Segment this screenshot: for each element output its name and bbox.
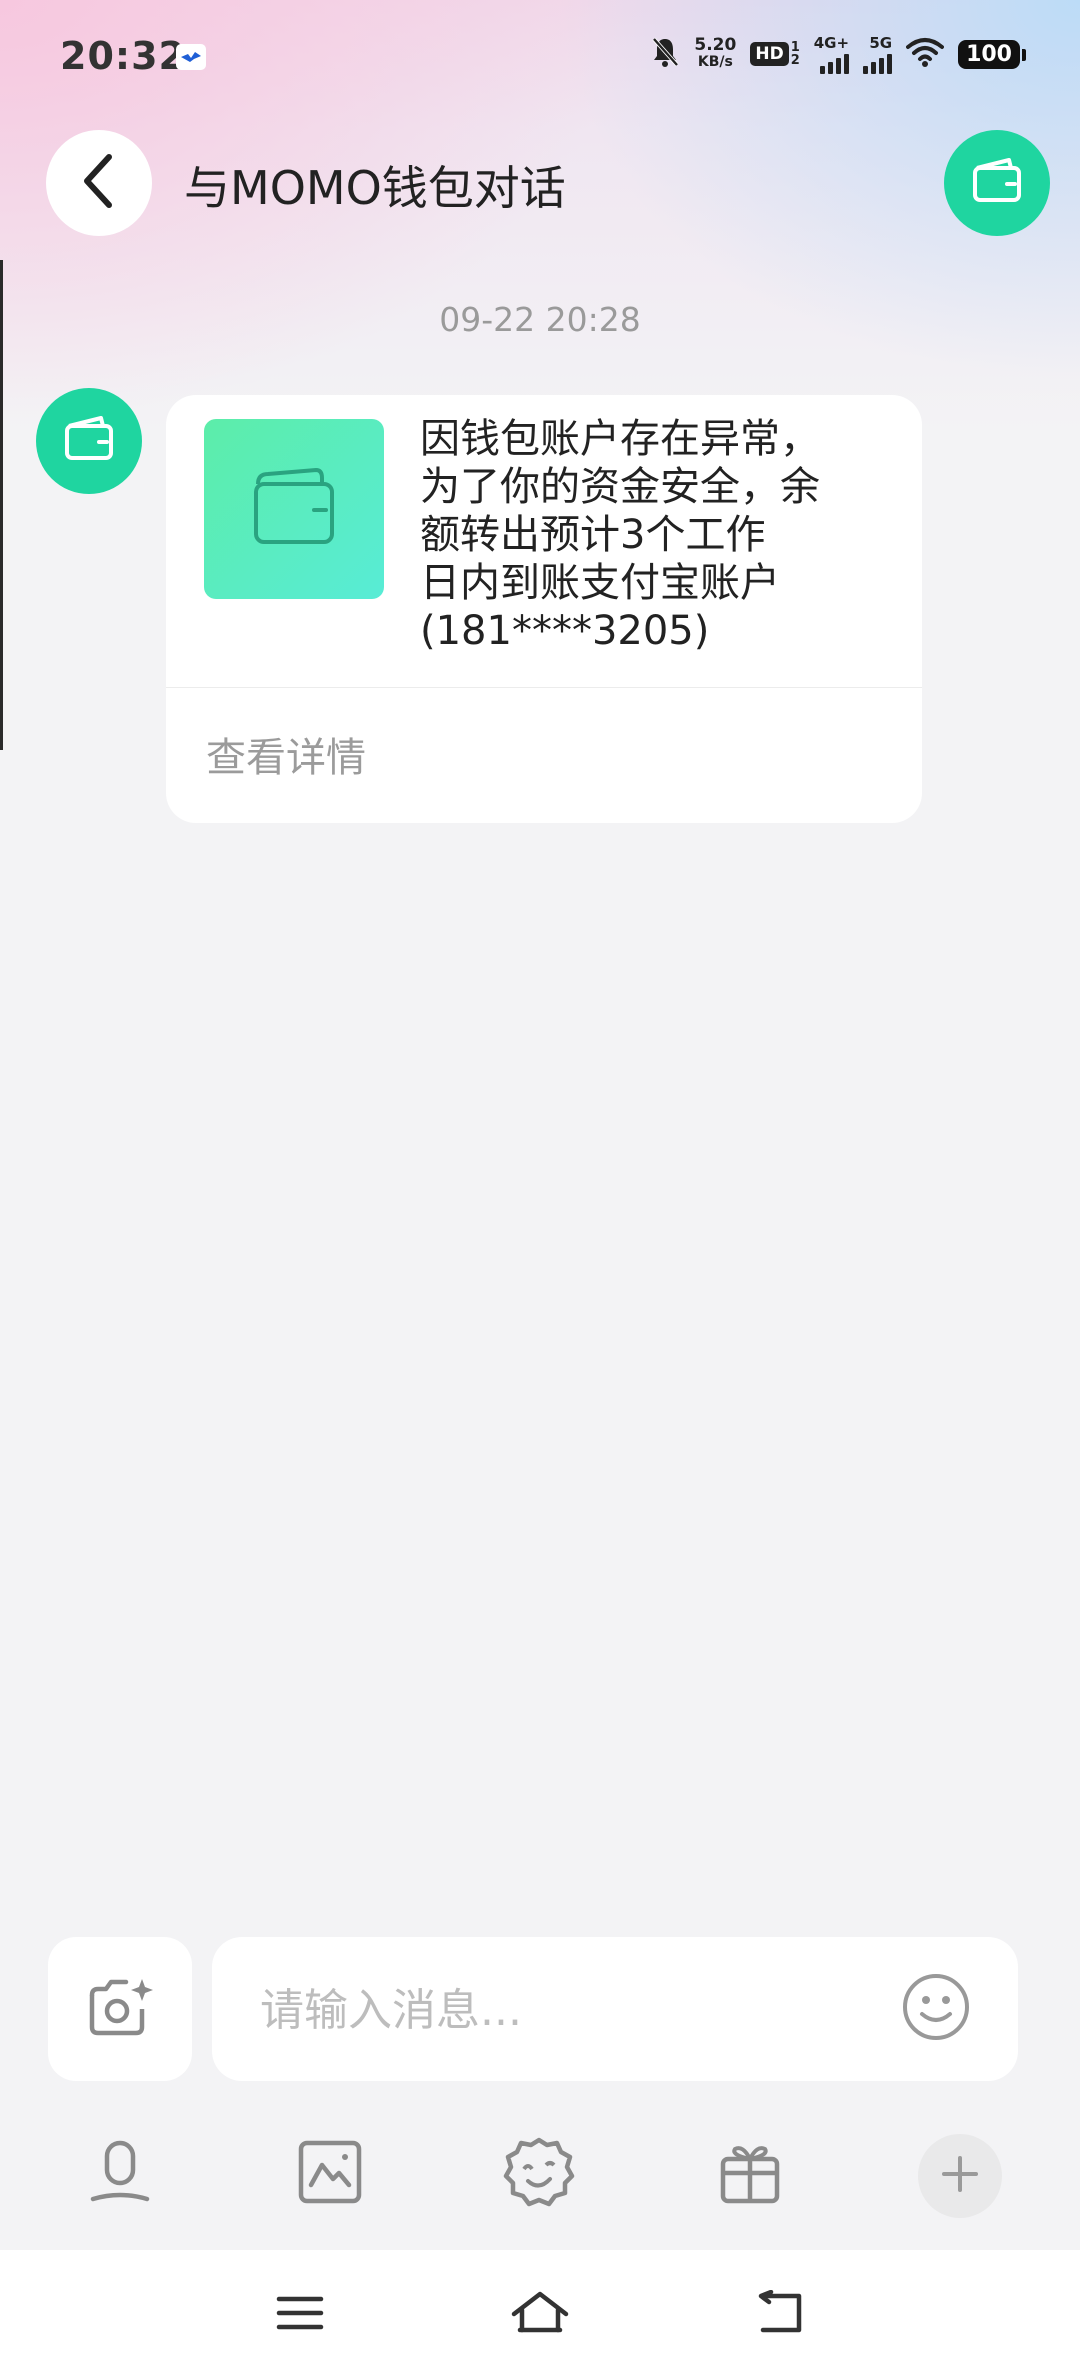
network-2-label: 5G [869,34,893,52]
menu-button[interactable] [265,2280,335,2350]
battery-indicator: 100 [958,39,1026,69]
wallet-icon [246,462,342,556]
status-indicators: 5.20 KB/s HD 1 2 4G+ 5G 100 [650,34,1026,74]
view-details-link[interactable]: 查看详情 [206,725,366,783]
wallet-icon [61,414,117,468]
signal-icon [820,52,850,74]
hd-sim-bottom: 2 [790,53,800,68]
back-button[interactable] [46,130,152,236]
message-timestamp: 09-22 20:28 [439,300,641,339]
sticker-button[interactable] [497,2132,581,2216]
menu-icon [275,2293,325,2337]
bird-app-icon [176,44,206,70]
net-speed: 5.20 KB/s [694,37,736,71]
card-divider [166,687,922,688]
back-nav-button[interactable] [745,2280,815,2350]
status-time: 20:32 [60,34,186,78]
back-icon [753,2289,807,2340]
card-thumbnail [204,419,384,599]
net-speed-unit: KB/s [697,54,733,70]
hd-label: HD [750,42,789,66]
sticker-icon [502,2135,576,2213]
camera-button[interactable] [48,1937,192,2081]
signal-5g: 5G [863,34,893,74]
system-nav-bar [0,2250,1080,2376]
sender-avatar[interactable] [36,388,142,494]
page-title: 与MOMO钱包对话 [184,161,566,215]
voice-icon [85,2137,155,2211]
gift-icon [715,2137,785,2211]
home-icon [510,2290,570,2340]
wifi-icon [906,37,945,71]
wallet-icon [969,156,1025,210]
message-input[interactable] [258,1973,882,2047]
notification-muted-icon [650,36,680,72]
home-button[interactable] [505,2280,575,2350]
chevron-left-icon [79,151,119,215]
camera-icon [84,1975,156,2043]
signal-icon [863,52,893,74]
wallet-avatar-button[interactable] [944,130,1050,236]
voice-button[interactable] [78,2132,162,2216]
message-text: 因钱包账户存在异常， 为了你的资金安全，余 额转出预计3个工作 日内到账支付宝账… [420,416,820,654]
plus-icon [940,2154,980,2198]
more-button[interactable] [918,2134,1002,2218]
emoji-button[interactable] [900,1973,972,2045]
emoji-smile-icon [901,1972,971,2046]
signal-4g: 4G+ [813,34,850,74]
gift-button[interactable] [708,2132,792,2216]
message-card[interactable]: 因钱包账户存在异常， 为了你的资金安全，余 额转出预计3个工作 日内到账支付宝账… [166,395,922,823]
hd-indicator: HD 1 2 [750,41,800,68]
network-1-label: 4G+ [813,34,850,52]
image-button[interactable] [288,2132,372,2216]
message-input-container [212,1937,1018,2081]
image-icon [295,2137,365,2211]
net-speed-value: 5.20 [694,35,737,55]
